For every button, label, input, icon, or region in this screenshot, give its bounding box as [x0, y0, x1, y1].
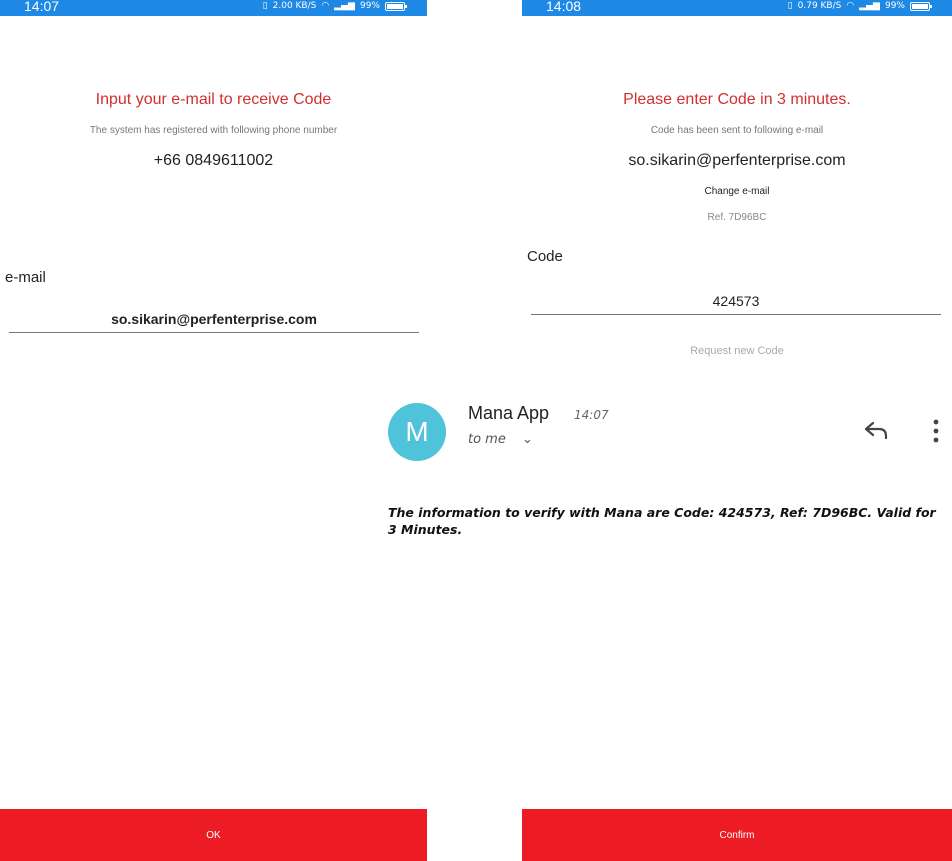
email-message-card: M Mana App 14:07 to me ⌄ The information…: [378, 388, 952, 558]
code-label: Code: [527, 248, 563, 265]
sender-name: Mana App: [468, 403, 550, 423]
email-label: e-mail: [5, 269, 46, 286]
signal-icon: ▂▄▆: [334, 1, 355, 11]
sender-avatar: M: [388, 403, 446, 461]
wifi-icon: ◠: [321, 1, 330, 11]
signal-icon: ▂▄▆: [859, 1, 880, 11]
network-speed: 2.00 KB/S: [272, 1, 317, 11]
page-title: Input your e-mail to receive Code: [95, 91, 332, 108]
battery-icon: [910, 1, 932, 11]
page-title: Please enter Code in 3 minutes.: [623, 91, 851, 108]
request-new-code-link[interactable]: Request new Code: [522, 345, 952, 357]
reference-code: Ref. 7D96BC: [707, 212, 767, 223]
phone-subtitle: The system has registered with following…: [89, 125, 338, 136]
status-time: 14:07: [24, 0, 60, 14]
email-subtitle: Code has been sent to following e-mail: [650, 125, 824, 136]
wifi-icon: ◠: [846, 1, 855, 11]
reply-icon[interactable]: [862, 416, 890, 444]
status-time: 14:08: [546, 0, 582, 14]
vibrate-icon: ▯: [262, 1, 268, 11]
email-input-screen: 14:07 ▯ 2.00 KB/S ◠ ▂▄▆ 99% Input your e…: [0, 0, 427, 861]
sent-email: so.sikarin@perfenterprise.com: [628, 152, 846, 169]
phone-number: +66 0849611002: [153, 152, 274, 169]
email-field[interactable]: [9, 306, 419, 333]
code-field[interactable]: [531, 288, 941, 315]
status-icons: ▯ 2.00 KB/S ◠ ▂▄▆ 99%: [262, 1, 407, 11]
status-bar: 14:07 ▯ 2.00 KB/S ◠ ▂▄▆ 99%: [0, 0, 427, 16]
more-vert-icon[interactable]: [930, 418, 942, 444]
recipient-label: to me: [468, 432, 506, 447]
change-email-link[interactable]: Change e-mail: [522, 186, 952, 197]
network-speed: 0.79 KB/S: [797, 1, 842, 11]
vibrate-icon: ▯: [787, 1, 793, 11]
battery-icon: [385, 1, 407, 11]
status-bar: 14:08 ▯ 0.79 KB/S ◠ ▂▄▆ 99%: [522, 0, 952, 16]
chevron-down-icon[interactable]: ⌄: [522, 432, 533, 447]
confirm-button[interactable]: Confirm: [522, 809, 952, 861]
email-time: 14:07: [574, 408, 609, 422]
battery-percent: 99%: [359, 1, 380, 11]
status-icons: ▯ 0.79 KB/S ◠ ▂▄▆ 99%: [787, 1, 932, 11]
email-body: The information to verify with Mana are …: [388, 505, 936, 537]
battery-percent: 99%: [884, 1, 905, 11]
ok-button[interactable]: OK: [0, 809, 427, 861]
